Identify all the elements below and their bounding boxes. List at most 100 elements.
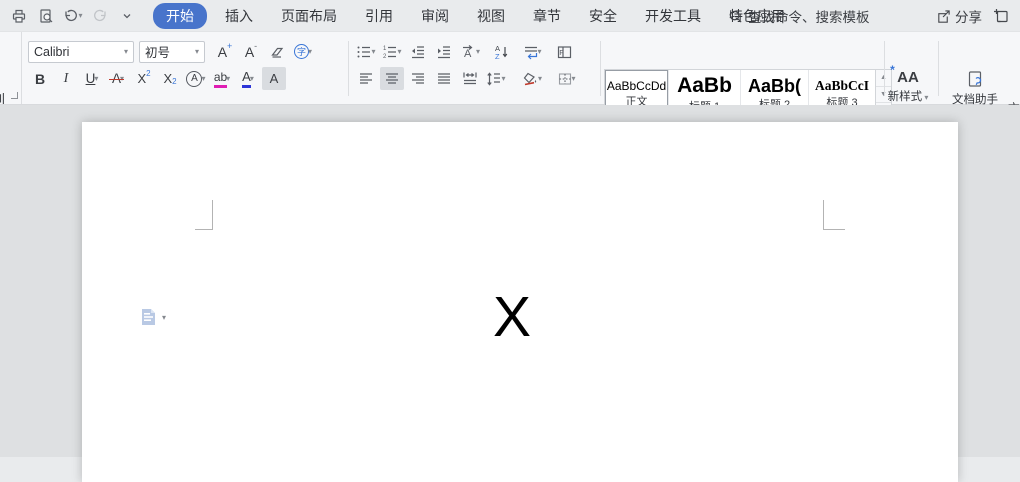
bullet-list-button[interactable]: ▾ [354, 40, 378, 63]
text-effects-icon: A [186, 71, 202, 87]
command-search[interactable]: 查找命令、搜索模板 [728, 0, 870, 32]
align-left-button[interactable] [354, 67, 378, 90]
print-preview-icon [38, 8, 54, 24]
superscript-button[interactable]: X2 [132, 67, 156, 90]
group-divider [938, 41, 939, 96]
font-size-select[interactable]: 初号 ▾ [139, 41, 205, 63]
tab-references[interactable]: 引用 [351, 3, 407, 29]
print-preview-button[interactable] [34, 5, 58, 27]
new-style-icon: *AA [897, 70, 919, 85]
text-tool-icon: F [556, 44, 573, 60]
clipboard-group-clipped: 刷 [0, 32, 22, 104]
show-paragraph-marks-button[interactable]: ▾ [520, 40, 544, 63]
tab-security[interactable]: 安全 [575, 3, 631, 29]
text-tool-button[interactable]: F [552, 40, 576, 63]
paragraph-group: ▾ 12 ▾ A ▾ AZ ▾ F [354, 40, 578, 90]
highlight-icon: ab [214, 70, 227, 88]
redo-button[interactable] [88, 5, 112, 27]
align-center-button[interactable] [380, 67, 404, 90]
decrease-indent-button[interactable] [406, 40, 430, 63]
subscript-glyph: X [163, 71, 172, 86]
aa-glyph: AA [897, 69, 919, 86]
enclosed-character-button[interactable]: 字 ▾ [291, 40, 315, 63]
bullet-list-icon [356, 44, 372, 60]
justify-button[interactable] [432, 67, 456, 90]
customize-toolbar-button[interactable] [115, 5, 139, 27]
highlight-color-button[interactable]: ab▾ [210, 67, 234, 90]
dropdown-arrow-icon: ▾ [476, 47, 480, 56]
increase-indent-icon [436, 44, 452, 60]
undo-button[interactable]: ▾ [61, 5, 85, 27]
tab-insert[interactable]: 插入 [211, 3, 267, 29]
minus-sign: - [254, 42, 257, 51]
search-icon [728, 9, 743, 24]
dropdown-arrow-icon: ▾ [538, 74, 542, 83]
numbered-list-button[interactable]: 12 ▾ [380, 40, 404, 63]
document-canvas[interactable]: ▾ X [0, 105, 1020, 457]
character-shading-button[interactable]: A [262, 67, 286, 90]
dropdown-arrow-icon: ▾ [201, 74, 205, 83]
dropdown-arrow-icon: ▾ [371, 47, 375, 56]
tab-home[interactable]: 开始 [153, 3, 207, 29]
document-assistant-button[interactable]: 文档助手 [946, 70, 1004, 107]
underline-button[interactable]: U▾ [80, 67, 104, 90]
asterisk-icon: * [890, 64, 895, 76]
borders-button[interactable]: ▾ [554, 67, 578, 90]
quick-access-toolbar: ▾ [0, 5, 139, 27]
undo-dropdown-arrow-icon[interactable]: ▾ [78, 11, 82, 20]
dropdown-arrow-icon: ▾ [397, 47, 401, 56]
clear-formatting-button[interactable] [265, 40, 289, 63]
sort-button[interactable]: AZ [490, 40, 514, 63]
tab-section[interactable]: 章节 [519, 3, 575, 29]
distribute-icon [462, 71, 478, 87]
subscript-digit: 2 [172, 77, 176, 86]
plus-sign: + [227, 42, 232, 51]
shrink-font-glyph: A [245, 45, 254, 59]
dropdown-arrow-icon: ▾ [195, 47, 199, 56]
numbered-list-icon: 12 [382, 44, 398, 60]
dropdown-arrow-icon: ▾ [124, 47, 128, 56]
style-preview: AaBbCcDd [607, 80, 666, 93]
tab-review[interactable]: 审阅 [407, 3, 463, 29]
align-left-icon [358, 71, 374, 87]
search-placeholder: 查找命令、搜索模板 [748, 6, 870, 26]
line-spacing-button[interactable]: ▾ [484, 67, 508, 90]
undo-icon [63, 8, 79, 24]
dialog-launcher-icon[interactable] [11, 92, 18, 99]
dropdown-arrow-icon: ▾ [501, 74, 505, 83]
font-name-select[interactable]: Calibri ▾ [28, 41, 134, 63]
document-page[interactable]: ▾ X [82, 122, 958, 482]
document-text[interactable]: X [82, 286, 942, 349]
margin-corner-mark-left [195, 200, 213, 230]
style-preview: AaBb [677, 75, 732, 97]
grow-font-glyph: A [218, 45, 227, 59]
distribute-text-button[interactable] [458, 67, 482, 90]
tab-view[interactable]: 视图 [463, 3, 519, 29]
strikethrough-button[interactable]: A▾ [106, 67, 130, 90]
increase-indent-button[interactable] [432, 40, 456, 63]
svg-text:1: 1 [383, 46, 387, 52]
text-effects-button[interactable]: A▾ [184, 67, 208, 90]
italic-button[interactable]: I [54, 67, 78, 90]
strikethrough-glyph: A [112, 71, 121, 86]
borders-icon [557, 71, 573, 87]
shading-button[interactable]: ▾ [520, 67, 544, 90]
align-right-button[interactable] [406, 67, 430, 90]
font-color-button[interactable]: A▾ [236, 67, 260, 90]
new-style-button[interactable]: *AA 新样式 ▾ [880, 70, 936, 104]
margin-corner-mark-right [823, 200, 845, 230]
decrease-font-size-button[interactable]: A- [239, 40, 263, 63]
increase-font-size-button[interactable]: A+ [213, 40, 237, 63]
title-bar: ▾ 开始 插入 页面布局 引用 审阅 视图 章节 安全 开发工具 特色应用 查找… [0, 0, 1020, 32]
bold-button[interactable]: B [28, 67, 52, 90]
share-button[interactable]: 分享 [936, 5, 982, 27]
tab-developer-tools[interactable]: 开发工具 [631, 3, 715, 29]
tab-page-layout[interactable]: 页面布局 [267, 3, 351, 29]
print-button[interactable] [7, 5, 31, 27]
subscript-button[interactable]: X2 [158, 67, 182, 90]
chevron-down-icon [121, 10, 133, 22]
text-direction-button[interactable]: A ▾ [458, 40, 482, 63]
svg-text:F: F [559, 48, 564, 57]
new-document-button[interactable] [989, 5, 1013, 27]
group-divider [348, 41, 349, 96]
